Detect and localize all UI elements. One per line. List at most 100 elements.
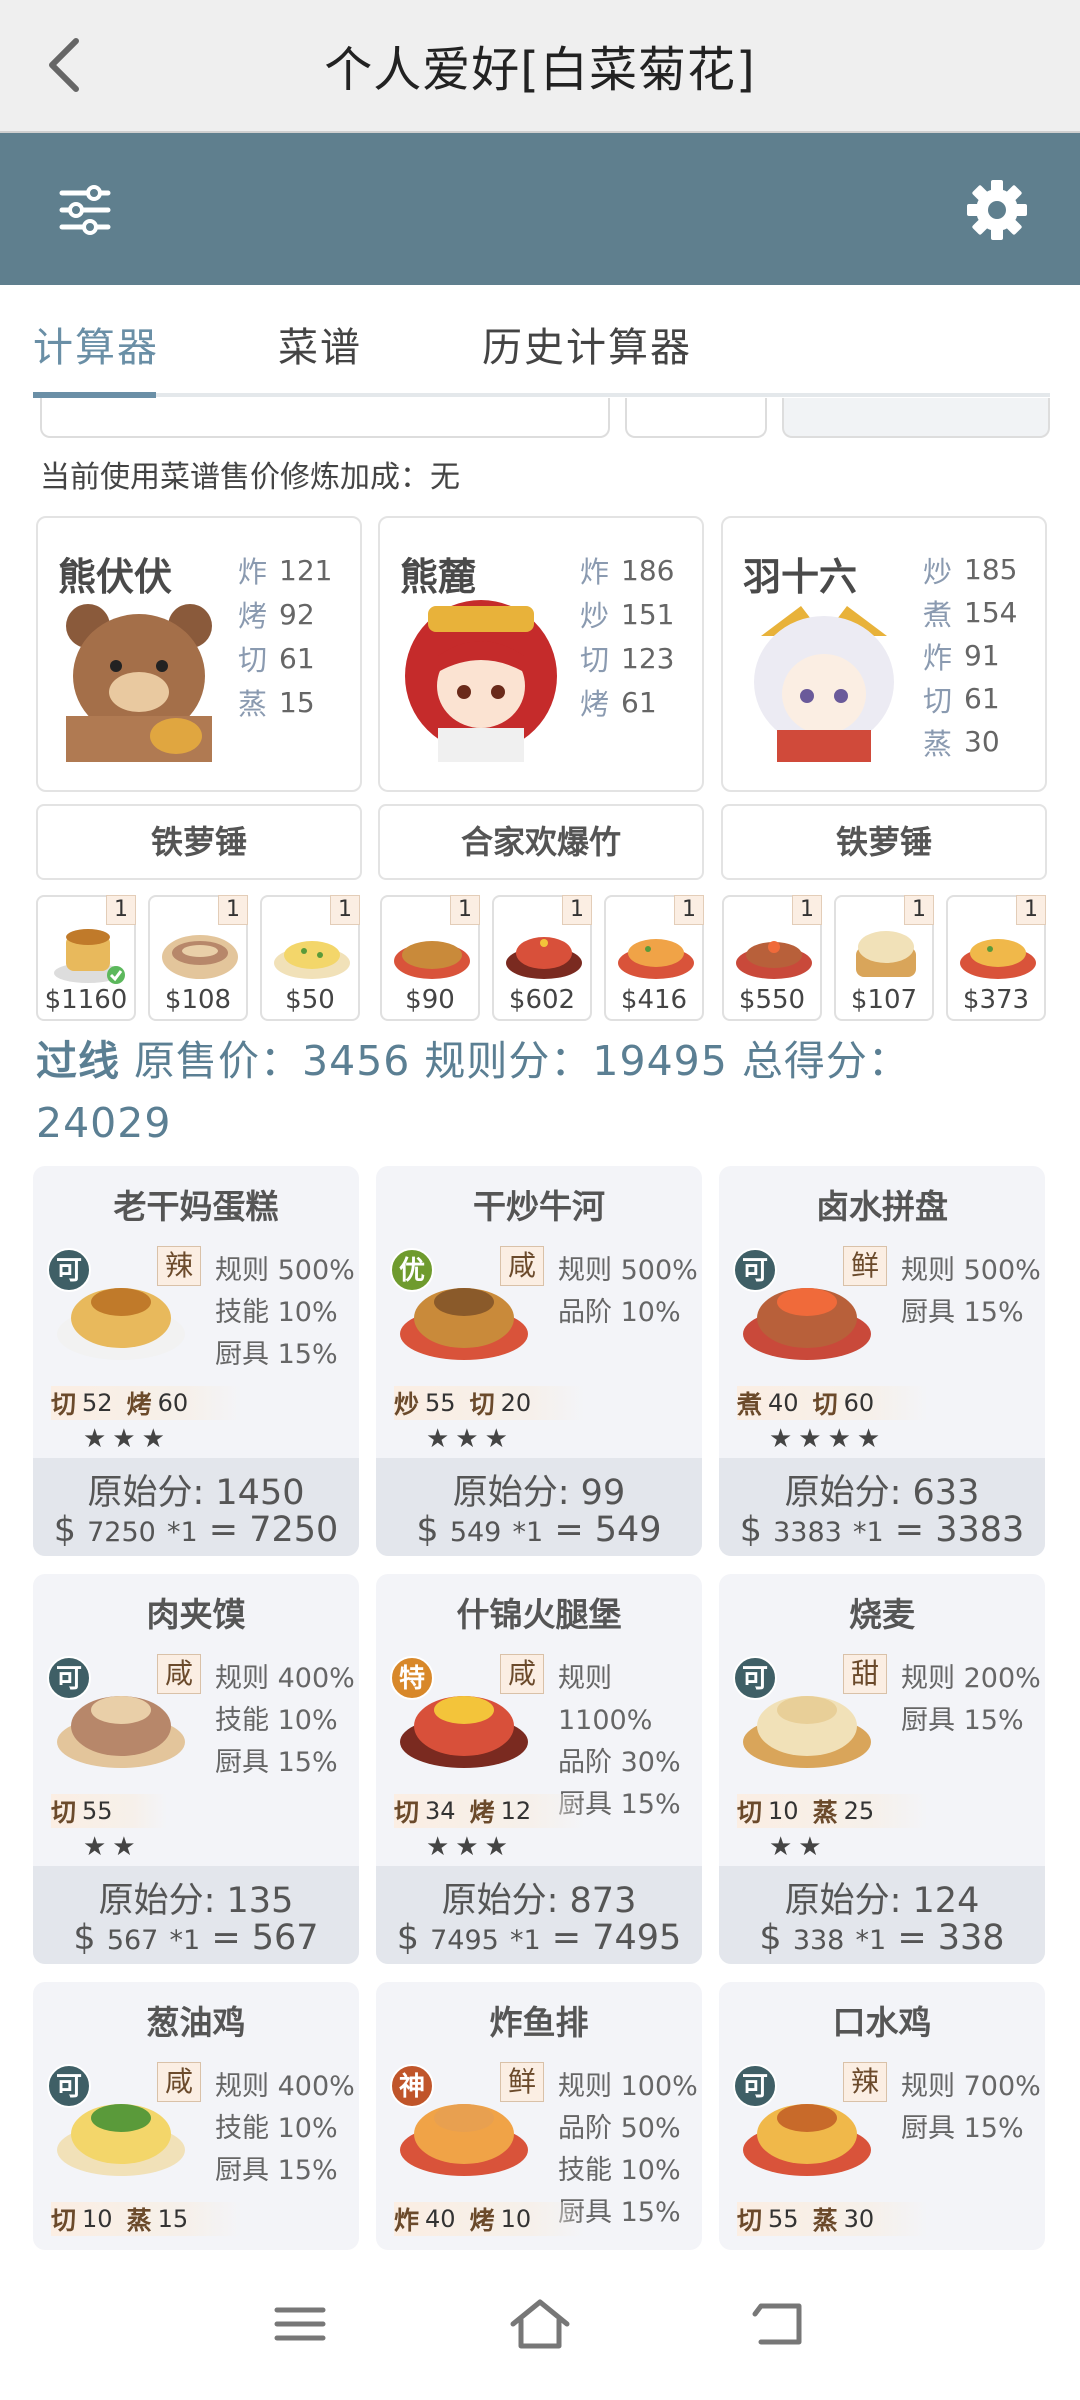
recipe-slot[interactable]: 1 $108 [148, 895, 248, 1021]
skill-requirements: 炸 40 烤 10 [394, 2202, 586, 2236]
multiplier: *1 [855, 1925, 887, 1956]
effect-item: 规则 400% [215, 2071, 355, 2102]
dish-name: 卤水拼盘 [816, 1187, 948, 1226]
menu-nav-button[interactable] [265, 2294, 335, 2354]
effect-item: 技能 10% [558, 2155, 681, 2186]
stat-value: 61 [621, 685, 657, 719]
home-icon [510, 2299, 570, 2349]
dish-card[interactable]: 炸鱼排神鲜规则 100% 品阶 50% 技能 10% 厨具 15% 炸 40 烤 10 [376, 1982, 702, 2250]
stat-value: 186 [621, 553, 675, 587]
stat-key: 炸 [923, 640, 953, 675]
effect-list: 规则 500% 技能 10% 厨具 15% [215, 1250, 355, 1376]
chef-stats: 炒 185 煮 154 炸 91 切 61 蒸 30 [923, 548, 1017, 763]
rank-badge: 可 [47, 1656, 91, 1700]
chef-tool-button[interactable]: 铁萝锤 [721, 804, 1047, 880]
chef-stat: 炒 151 [580, 592, 674, 636]
dish-card[interactable]: 卤水拼盘可 鲜规则 500% 厨具 15% 煮 40 切 60 ★★★★ 原始分: 633 $ 3… [719, 1166, 1045, 1556]
tab-calculator[interactable]: 计算器 [33, 315, 159, 373]
option-select-clipped[interactable] [625, 398, 767, 438]
effect-item: 规则 100% [558, 2071, 698, 2102]
filter-settings-button[interactable] [50, 175, 120, 245]
taste-tag: 咸 [500, 1246, 544, 1286]
skill-requirements: 切 10 蒸 25 [737, 1794, 929, 1828]
action-button-clipped[interactable] [782, 398, 1050, 438]
dish-card[interactable]: 肉夹馍可 咸规则 400% 技能 10% 厨具 15% 切 55 ★★ 原始分: 135 $ 5… [33, 1574, 359, 1964]
taste-tag: 辣 [157, 1246, 201, 1286]
recipe-slot[interactable]: 1 $90 [380, 895, 480, 1021]
tab-recipes[interactable]: 菜谱 [278, 315, 362, 373]
chef-card[interactable]: 熊伏伏 炸 121 烤 92 切 61 蒸 15 [36, 516, 362, 792]
settings-button[interactable] [962, 175, 1032, 245]
dish-card[interactable]: 口水鸡可 辣规则 700% 厨具 15% 切 55 蒸 30 [719, 1982, 1045, 2250]
threshold-status: 过线 [36, 1037, 120, 1085]
skill-requirements: 切 52 烤 60 [51, 1386, 243, 1420]
chef-stat: 煮 154 [923, 591, 1017, 634]
effect-item: 厨具 15% [901, 1705, 1024, 1736]
skill-value: 60 [843, 1389, 875, 1417]
chef-name: 熊伏伏 [58, 555, 173, 599]
recipe-slot[interactable]: 1 $373 [946, 895, 1046, 1021]
skill-key: 切 [737, 2206, 763, 2235]
skill-value: 55 [768, 2205, 799, 2233]
stat-value: 15 [279, 685, 315, 719]
unit-price: 338 [792, 1925, 845, 1956]
taste-tag: 辣 [843, 2062, 887, 2102]
effect-list: 规则 400% 技能 10% 厨具 15% [215, 2066, 355, 2192]
chef-stat: 蒸 30 [923, 720, 1017, 763]
recipe-slot[interactable]: 1 $416 [604, 895, 704, 1021]
slot-price: $50 [285, 985, 335, 1015]
dish-card[interactable]: 老干妈蛋糕可 辣规则 500% 技能 10% 厨具 15% 切 52 烤 60 ★★★ 原始分: … [33, 1166, 359, 1556]
skill-requirements: 切 55 蒸 30 [737, 2202, 929, 2236]
recipe-slot[interactable]: 1 $50 [260, 895, 360, 1021]
rule-select-clipped[interactable] [40, 398, 610, 438]
stat-value: 123 [621, 641, 675, 675]
recipe-slot[interactable]: 1 $550 [722, 895, 822, 1021]
chef-card[interactable]: 熊麓 炸 186 炒 151 切 123 烤 61 [378, 516, 704, 792]
dish-card[interactable]: 烧麦可 甜规则 200% 厨具 15% 切 10 蒸 25 ★★ 原始分: 124 $ 338 *… [719, 1574, 1045, 1964]
chef-stat: 切 123 [580, 636, 674, 680]
skill-requirements: 切 55 [51, 1794, 167, 1828]
skill-value: 10 [82, 2205, 113, 2233]
price-calculation: $ 3383 *1 = 3383 [739, 1510, 1025, 1550]
effect-item: 规则 500% [901, 1255, 1041, 1286]
skill-value: 25 [843, 1797, 875, 1825]
slot-quantity: 1 [562, 895, 592, 925]
slot-quantity: 1 [904, 895, 934, 925]
recipe-slot[interactable]: 1 $1160 [36, 895, 136, 1021]
score-footer: 原始分: 633 $ 3383 *1 = 3383 [719, 1458, 1045, 1556]
recipe-slot[interactable]: 1 $107 [834, 895, 934, 1021]
stat-value: 61 [964, 682, 1000, 715]
original-score: 原始分: 135 [98, 1881, 294, 1921]
dish-card[interactable]: 葱油鸡可 咸规则 400% 技能 10% 厨具 15% 切 10 蒸 15 [33, 1982, 359, 2250]
back-nav-button[interactable] [745, 2294, 815, 2354]
tab-history-calculator[interactable]: 历史计算器 [482, 315, 692, 373]
dish-card[interactable]: 什锦火腿堡特咸规则 1100% 品阶 30% 厨具 15% 切 34 烤 12 ★★★ 原始分:… [376, 1574, 702, 1964]
chef-stat: 炸 186 [580, 548, 674, 592]
taste-tag: 鲜 [500, 2062, 544, 2102]
effect-list: 规则 400% 技能 10% 厨具 15% [215, 1658, 355, 1784]
rank-badge: 可 [47, 1248, 91, 1292]
taste-tag: 咸 [157, 1654, 201, 1694]
chef-tool-button[interactable]: 铁萝锤 [36, 804, 362, 880]
bonus-info: 当前使用菜谱售价修炼加成：无 [40, 460, 460, 495]
chef-card[interactable]: 羽十六 炒 185 煮 154 炸 91 切 61 蒸 30 [721, 516, 1047, 792]
skill-value: 30 [843, 2205, 875, 2233]
rank-badge: 特 [390, 1656, 434, 1700]
home-nav-button[interactable] [505, 2294, 575, 2354]
dish-card[interactable]: 干炒牛河优 咸规则 500% 品阶 10% 炒 55 切 20 ★★★ 原始分: 99 $ 549… [376, 1166, 702, 1556]
stat-value: 154 [964, 596, 1018, 629]
dish-name: 葱油鸡 [146, 2003, 246, 2042]
recipe-slot[interactable]: 1 $602 [492, 895, 592, 1021]
unit-price: 7250 [87, 1517, 156, 1548]
effect-item: 规则 500% [558, 1255, 698, 1286]
rank-badge: 可 [47, 2064, 91, 2108]
slot-quantity: 1 [330, 895, 360, 925]
chef-tool-button[interactable]: 合家欢爆竹 [378, 804, 704, 880]
stat-key: 炸 [238, 555, 268, 589]
skill-key: 切 [51, 2206, 77, 2235]
total-price: 338 [937, 1918, 1005, 1958]
skill-value: 12 [500, 1797, 532, 1825]
star-rating: ★★ [83, 1832, 142, 1862]
price-calculation: $ 567 *1 = 567 [73, 1918, 319, 1958]
stat-value: 30 [964, 725, 1000, 758]
